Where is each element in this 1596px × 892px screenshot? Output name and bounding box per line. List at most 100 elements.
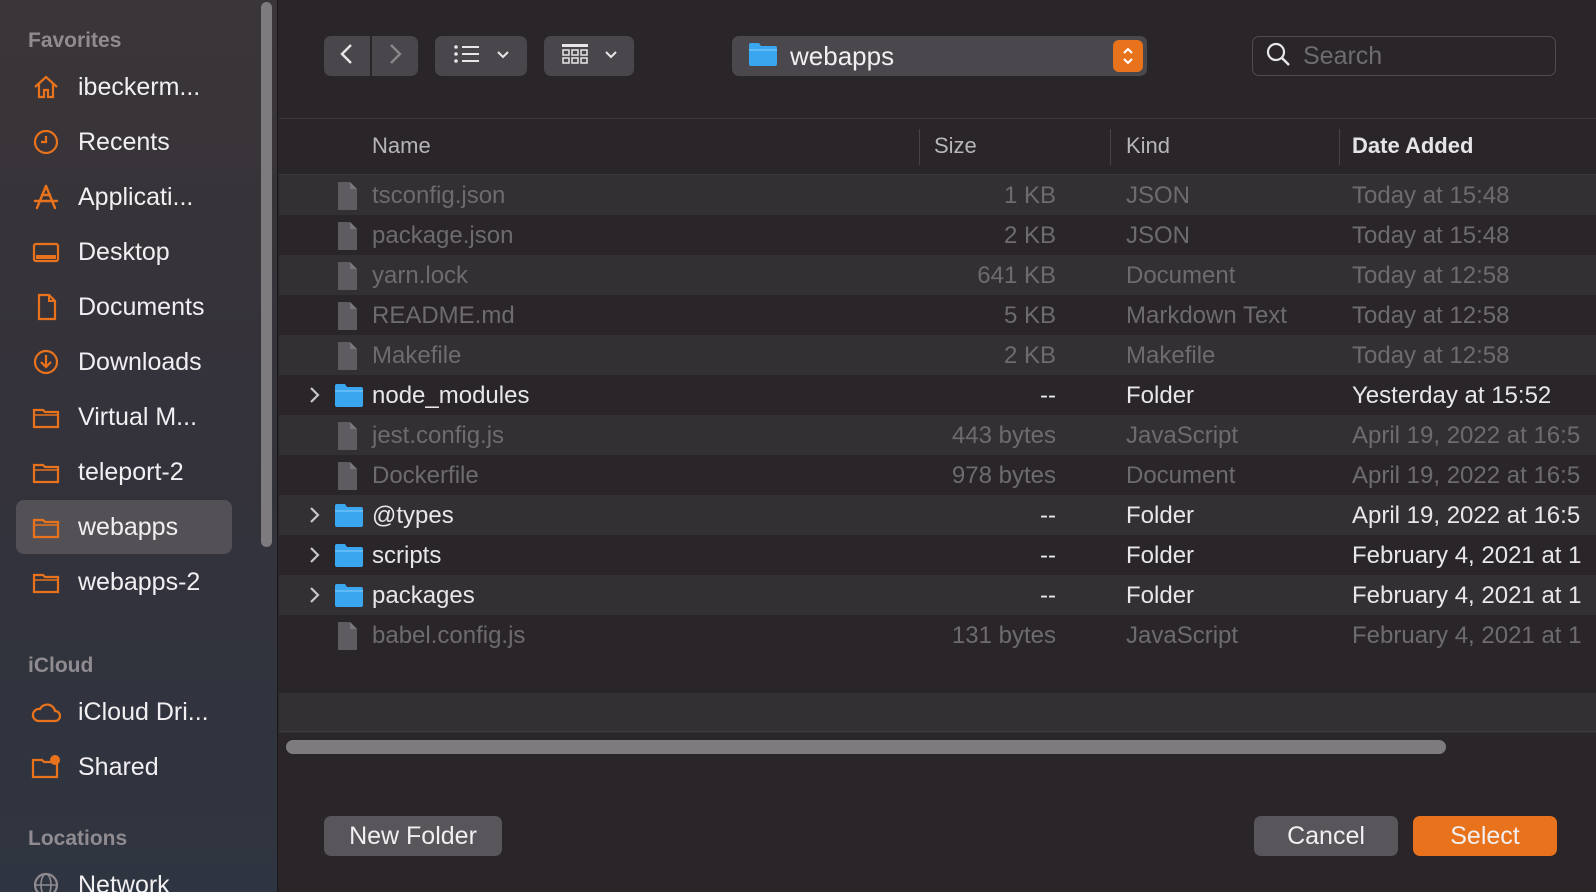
sidebar-item-desktop[interactable]: Desktop — [16, 225, 232, 279]
search-icon — [1265, 41, 1291, 72]
file-icon — [333, 621, 361, 656]
sidebar-item-label: webapps-2 — [78, 567, 201, 596]
sidebar-item-recents[interactable]: Recents — [16, 115, 232, 169]
disclosure-triangle-icon[interactable] — [307, 505, 321, 530]
sidebar-item-downloads[interactable]: Downloads — [16, 335, 232, 389]
file-size: 641 KB — [977, 262, 1056, 289]
group-by-button[interactable] — [544, 36, 634, 76]
file-size: 443 bytes — [951, 422, 1056, 449]
disclosure-triangle-icon[interactable] — [307, 385, 321, 410]
sidebar-item-teleport-2[interactable]: teleport-2 — [16, 445, 232, 499]
table-row[interactable]: README.md 5 KB Markdown Text Today at 12:58 — [279, 295, 1596, 335]
table-row[interactable]: node_modules -- Folder Yesterday at 15:52 — [279, 375, 1596, 415]
sidebar-item-webapps-2[interactable]: webapps-2 — [16, 555, 232, 609]
sidebar-item-shared[interactable]: Shared — [16, 740, 232, 794]
back-button[interactable] — [324, 36, 370, 76]
view-mode-list-button[interactable] — [435, 36, 527, 76]
file-date-added: February 4, 2021 at 1 — [1352, 542, 1582, 569]
table-row[interactable]: babel.config.js 131 bytes JavaScript Februa… — [279, 615, 1596, 655]
table-row[interactable]: jest.config.js 443 bytes JavaScript April 1… — [279, 415, 1596, 455]
file-kind: Document — [1126, 262, 1236, 289]
column-separator[interactable] — [919, 129, 920, 165]
chevron-right-icon — [386, 42, 404, 71]
table-row[interactable]: scripts -- Folder February 4, 2021 at 1 — [279, 535, 1596, 575]
sidebar-item-network[interactable]: Network — [16, 858, 232, 892]
sidebar-item-label: Shared — [78, 752, 159, 781]
table-row[interactable]: Dockerfile 978 bytes Document April 19, 202… — [279, 455, 1596, 495]
column-separator[interactable] — [1110, 129, 1111, 165]
sidebar-item-icloud-drive[interactable]: iCloud Dri... — [16, 685, 232, 739]
document-icon — [30, 291, 62, 323]
sidebar-item-documents[interactable]: Documents — [16, 280, 232, 334]
sidebar-section-icloud: iCloud — [28, 654, 94, 677]
file-name: babel.config.js — [372, 622, 526, 649]
select-button[interactable]: Select — [1413, 816, 1557, 856]
column-header-size[interactable]: Size — [934, 133, 977, 159]
file-date-added: April 19, 2022 at 16:5 — [1352, 502, 1581, 529]
home-icon — [30, 71, 62, 103]
path-popup-label: webapps — [790, 40, 895, 71]
table-row[interactable]: yarn.lock 641 KB Document Today at 12:58 — [279, 255, 1596, 295]
file-list: Name Size Kind Date Added tsconfig.json 1… — [279, 118, 1596, 778]
disclosure-triangle-icon[interactable] — [307, 545, 321, 570]
sidebar-item-label: iCloud Dri... — [78, 697, 209, 726]
file-name: @types — [372, 502, 454, 529]
sidebar-item-home[interactable]: ibeckerm... — [16, 60, 232, 114]
search-input[interactable] — [1303, 41, 1543, 71]
file-date-added: Today at 15:48 — [1352, 222, 1510, 249]
table-row[interactable]: @types -- Folder April 19, 2022 at 16:5 — [279, 495, 1596, 535]
file-icon — [333, 261, 361, 296]
sidebar-item-applications[interactable]: Applicati... — [16, 170, 232, 224]
disclosure-triangle-icon[interactable] — [307, 585, 321, 610]
cloud-icon — [30, 696, 62, 728]
file-kind: Makefile — [1126, 342, 1216, 369]
column-header-date-added[interactable]: Date Added — [1352, 133, 1473, 159]
table-row[interactable]: tsconfig.json 1 KB JSON Today at 15:48 — [279, 175, 1596, 215]
file-kind: Document — [1126, 462, 1236, 489]
table-row[interactable]: packages -- Folder February 4, 2021 at 1 — [279, 575, 1596, 615]
sidebar-item-label: Downloads — [78, 347, 202, 376]
sidebar-scrollbar[interactable] — [261, 2, 272, 547]
sidebar-item-webapps[interactable]: webapps — [16, 500, 232, 554]
sidebar-item-label: ibeckerm... — [78, 72, 201, 101]
file-date-added: April 19, 2022 at 16:5 — [1352, 462, 1581, 489]
file-icon — [333, 301, 361, 336]
path-popup[interactable]: webapps — [732, 36, 1147, 76]
download-icon — [30, 346, 62, 378]
file-kind: Folder — [1126, 542, 1195, 569]
sidebar-section-favorites: Favorites — [28, 29, 122, 52]
file-icon — [333, 461, 361, 496]
empty-row — [279, 693, 1596, 733]
cancel-button[interactable]: Cancel — [1254, 816, 1398, 856]
file-date-added: Yesterday at 15:52 — [1352, 382, 1552, 409]
column-separator[interactable] — [1339, 129, 1340, 165]
file-size: -- — [1040, 582, 1056, 609]
forward-button[interactable] — [372, 36, 418, 76]
file-kind: Folder — [1126, 582, 1195, 609]
chevron-down-icon — [496, 47, 510, 65]
folder-icon — [333, 581, 365, 614]
file-name: yarn.lock — [372, 262, 469, 289]
file-kind: JavaScript — [1126, 622, 1239, 649]
column-header-name[interactable]: Name — [372, 133, 431, 159]
sidebar-item-label: Virtual M... — [78, 402, 198, 431]
file-kind: Folder — [1126, 382, 1195, 409]
horizontal-scrollbar-thumb[interactable] — [286, 740, 1446, 754]
column-header-kind[interactable]: Kind — [1126, 133, 1170, 159]
new-folder-button[interactable]: New Folder — [324, 816, 502, 856]
table-row[interactable]: Makefile 2 KB Makefile Today at 12:58 — [279, 335, 1596, 375]
table-row[interactable]: package.json 2 KB JSON Today at 15:48 — [279, 215, 1596, 255]
list-view-icon — [452, 42, 482, 71]
search-field[interactable] — [1252, 36, 1556, 76]
file-date-added: Today at 15:48 — [1352, 182, 1510, 209]
file-date-added: Today at 12:58 — [1352, 302, 1510, 329]
sidebar-item-virtual-machines[interactable]: Virtual M... — [16, 390, 232, 444]
folder-icon — [30, 566, 62, 598]
file-name: scripts — [372, 542, 442, 569]
sidebar-item-label: webapps — [78, 512, 179, 541]
file-size: -- — [1040, 502, 1056, 529]
file-name: tsconfig.json — [372, 182, 506, 209]
file-size: 2 KB — [1003, 222, 1056, 249]
horizontal-scrollbar[interactable] — [279, 731, 1596, 761]
sidebar: Favorites ibeckerm... Recents Applicati.… — [0, 0, 278, 892]
